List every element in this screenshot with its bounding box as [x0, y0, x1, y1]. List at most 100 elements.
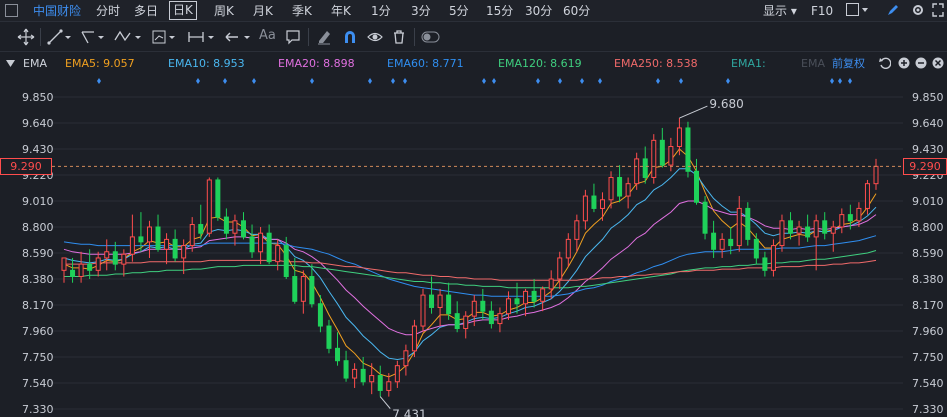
fullscreen-icon[interactable] — [932, 3, 944, 21]
candle-body — [540, 288, 546, 302]
candle-body — [283, 245, 289, 278]
candle-body — [78, 263, 84, 278]
eraser-icon[interactable] — [316, 28, 332, 46]
settings-icon[interactable] — [911, 3, 925, 21]
event-marker — [368, 78, 372, 84]
period-tab[interactable]: 日K — [169, 1, 197, 20]
period-tab[interactable]: 月K — [253, 3, 273, 19]
checkbox-icon — [846, 3, 868, 16]
candle-body — [420, 294, 426, 327]
y-tick-label-right: 9.640 — [912, 117, 944, 130]
period-tab[interactable]: 60分 — [563, 3, 590, 19]
candle-body — [352, 368, 358, 379]
candle-body — [87, 263, 93, 271]
candle-body — [61, 257, 67, 271]
candle-body — [138, 236, 144, 243]
candle-body — [146, 226, 152, 243]
channel-tool-icon[interactable] — [80, 28, 106, 46]
candle-body — [335, 347, 341, 362]
wave-tool-icon[interactable] — [113, 28, 143, 46]
period-tab[interactable]: 年K — [331, 3, 351, 19]
period-tab[interactable]: 30分 — [525, 3, 552, 19]
reset-icon[interactable] — [879, 57, 891, 69]
candle-body — [668, 146, 674, 166]
candle-body — [557, 257, 563, 280]
candle-body — [189, 224, 195, 247]
candle-body — [762, 257, 768, 271]
candle-body — [830, 226, 836, 234]
candle-body — [411, 325, 417, 352]
candle-body — [429, 294, 435, 308]
event-marker — [391, 78, 395, 84]
price-adjust-button[interactable]: 前复权 — [832, 57, 865, 70]
candle-body — [685, 127, 691, 172]
indicator-name[interactable]: EMA — [23, 57, 47, 70]
candle-body — [565, 238, 571, 259]
zoom-in-icon[interactable] — [898, 57, 910, 69]
candle-body — [386, 381, 392, 391]
f10-button[interactable]: F10 — [811, 3, 833, 19]
chart-tool-icon[interactable] — [151, 28, 177, 46]
stock-name[interactable]: 中国财险 — [33, 3, 81, 19]
y-tick-label-right: 8.590 — [912, 247, 944, 260]
y-tick-label-left: 8.170 — [22, 299, 54, 312]
y-tick-label-left: 9.010 — [22, 195, 54, 208]
candle-body — [215, 179, 221, 218]
display-label: 显示 — [763, 4, 788, 18]
drawing-toolbar: Aa — [0, 22, 947, 52]
window-square-icon[interactable] — [5, 4, 18, 17]
magnet-icon[interactable] — [342, 28, 358, 46]
candle-body — [112, 251, 118, 265]
period-tab[interactable]: 多日 — [134, 3, 158, 19]
candle-body — [711, 232, 717, 250]
candle-body — [155, 226, 161, 250]
checkbox-menu[interactable] — [846, 3, 868, 21]
display-menu[interactable]: 显示 ▾ — [763, 3, 797, 19]
pen-icon[interactable] — [886, 3, 900, 21]
zoom-out-icon[interactable] — [915, 57, 927, 69]
candlestick-chart[interactable]: 9.850 9.8509.640 9.6409.430 9.4309.220 9.220… — [0, 74, 947, 417]
candle-body — [300, 276, 306, 302]
candle-body — [839, 214, 845, 228]
candle-body — [240, 220, 246, 238]
candle-body — [505, 298, 511, 315]
close-icon[interactable] — [932, 57, 944, 69]
period-tab[interactable]: 周K — [214, 3, 234, 19]
candle-body — [719, 238, 725, 250]
text-tool-button[interactable]: Aa — [259, 28, 276, 46]
collapse-triangle-icon[interactable] — [6, 59, 15, 68]
period-tab[interactable]: 1分 — [371, 3, 391, 19]
candle-body — [574, 220, 580, 240]
y-tick-label-right: 9.850 — [912, 91, 944, 104]
trash-icon[interactable] — [391, 28, 407, 46]
candle-body — [651, 139, 657, 178]
period-tab[interactable]: 分时 — [96, 3, 120, 19]
eye-icon[interactable] — [367, 28, 383, 46]
candle-body — [805, 226, 811, 238]
ema-legend-item: EMA60: 8.771 — [387, 57, 464, 70]
period-tab[interactable]: 15分 — [486, 3, 513, 19]
candle-body — [223, 216, 229, 234]
toggle-icon[interactable] — [421, 28, 441, 46]
event-marker — [656, 78, 660, 84]
comment-icon[interactable] — [285, 28, 301, 46]
period-tab[interactable]: 季K — [292, 3, 312, 19]
price-cursor-label-right: 9.290 — [903, 158, 947, 176]
low-pointer-line — [379, 396, 391, 409]
measure-tool-icon[interactable] — [187, 28, 217, 46]
indicator-legend: EMA EMA5: 9.057 EMA10: 8.953 EMA20: 8.898 E… — [0, 52, 947, 74]
event-marker — [223, 78, 227, 84]
y-tick-label-right: 7.540 — [912, 377, 944, 390]
candle-body — [360, 368, 366, 383]
line-tool-icon[interactable] — [47, 28, 73, 46]
period-tab[interactable]: 5分 — [449, 3, 469, 19]
candle-body — [258, 232, 264, 253]
candle-body — [454, 313, 460, 330]
period-bar: 中国财险 分时 多日 日K 周K 月K 季K 年K 1分 3分 5分 15分 30分 60分 显示 ▾ F… — [0, 0, 947, 22]
candle-body — [232, 220, 238, 234]
y-tick-label-left: 7.330 — [22, 403, 54, 416]
period-tab[interactable]: 3分 — [411, 3, 431, 19]
arrow-back-icon[interactable] — [224, 28, 254, 46]
crosshair-move-icon[interactable] — [17, 28, 35, 46]
candle-body — [377, 375, 383, 391]
